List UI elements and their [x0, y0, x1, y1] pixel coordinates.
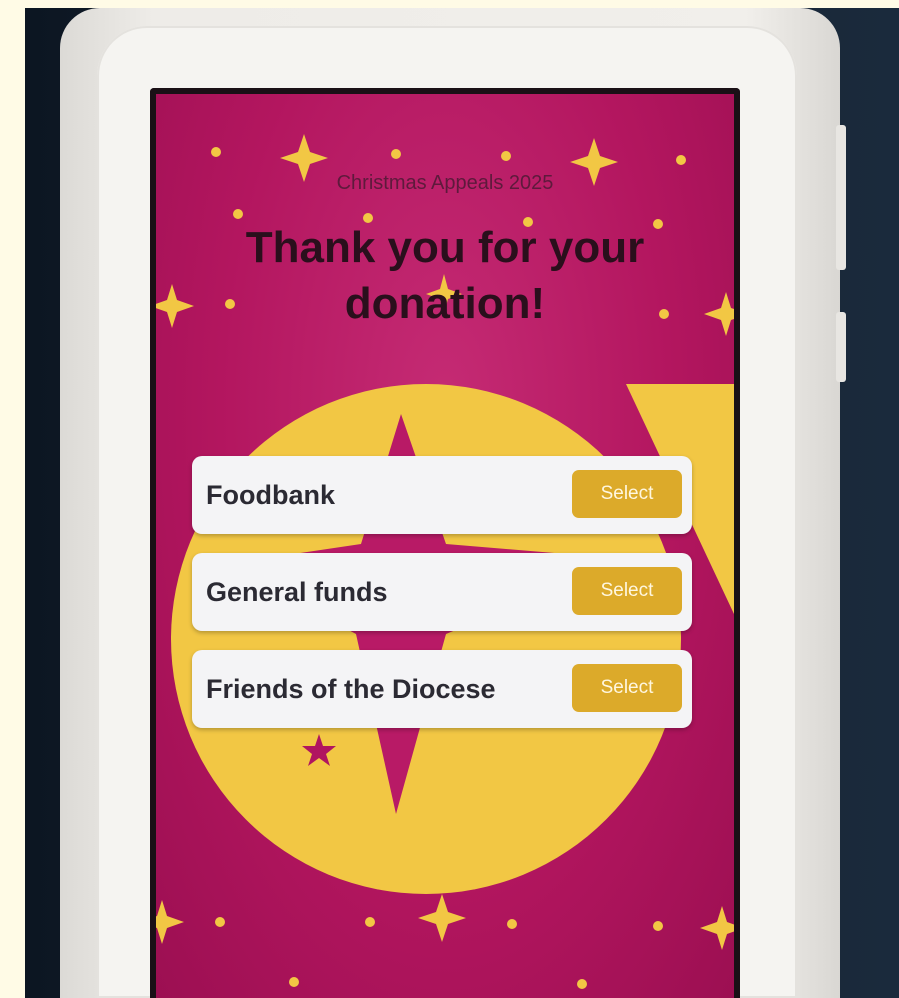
option-general-funds[interactable]: General funds Select	[192, 553, 692, 631]
select-general-funds-button[interactable]: Select	[572, 567, 682, 615]
select-foodbank-button[interactable]: Select	[572, 470, 682, 518]
option-label: General funds	[206, 577, 388, 607]
headline-line-2: donation!	[344, 279, 546, 328]
device-screen: Christmas Appeals 2025 Thank you for you…	[150, 88, 740, 998]
option-label: Foodbank	[206, 480, 335, 510]
star-icon-group-bottom	[156, 894, 734, 989]
option-foodbank[interactable]: Foodbank Select	[192, 456, 692, 534]
thank-you-headline: Thank you for your donation!	[156, 220, 734, 332]
appeal-title: Christmas Appeals 2025	[336, 172, 554, 194]
select-friends-of-the-diocese-button[interactable]: Select	[572, 664, 682, 712]
star-icon	[156, 900, 184, 944]
headline-line-1: Thank you for your	[245, 223, 645, 272]
option-label: Friends of the Diocese	[206, 674, 496, 704]
star-icon	[700, 906, 734, 950]
device-side-button-upper	[836, 125, 846, 270]
device-side-button-lower	[836, 312, 846, 382]
option-friends-of-the-diocese[interactable]: Friends of the Diocese Select	[192, 650, 692, 728]
star-icon	[418, 894, 466, 942]
